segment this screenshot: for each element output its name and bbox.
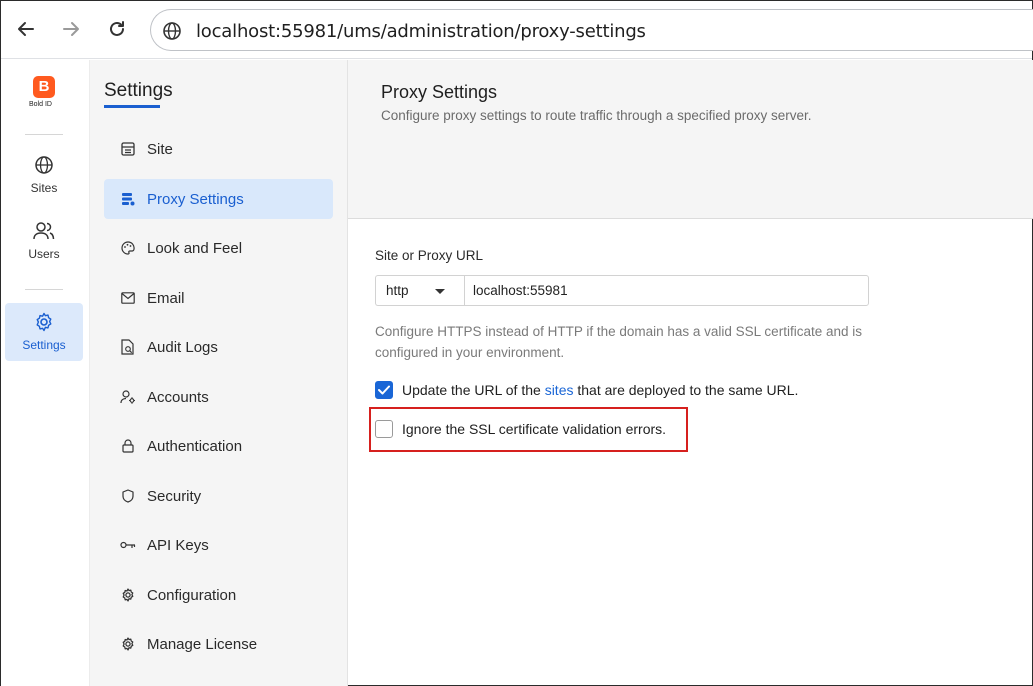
rail-label-sites: Sites xyxy=(30,181,58,195)
site-or-proxy-url-label: Site or Proxy URL xyxy=(375,248,484,263)
users-icon xyxy=(33,222,55,240)
settings-item-configuration[interactable]: Configuration xyxy=(104,575,333,615)
settings-item-security[interactable]: Security xyxy=(104,476,333,516)
settings-item-email[interactable]: Email xyxy=(104,278,333,318)
settings-item-label: Configuration xyxy=(147,586,237,604)
settings-title: Settings xyxy=(104,80,173,101)
divider xyxy=(25,289,63,290)
browser-toolbar: localhost:55981/ums/administration/proxy… xyxy=(1,1,1033,59)
reload-icon xyxy=(110,21,124,36)
settings-item-site[interactable]: Site xyxy=(104,129,333,169)
forward-button[interactable] xyxy=(57,15,85,43)
settings-item-label: Manage License xyxy=(147,635,258,653)
app-rail: B Bold ID Sites Users Settings xyxy=(1,60,90,686)
sites-link[interactable]: sites xyxy=(545,382,574,398)
update-url-option: Update the URL of the sites that are dep… xyxy=(375,380,798,400)
settings-item-label: Accounts xyxy=(147,388,209,406)
settings-item-api-keys[interactable]: API Keys xyxy=(104,525,333,565)
rail-label-settings: Settings xyxy=(22,338,66,352)
update-url-label: Update the URL of the sites that are dep… xyxy=(402,382,798,398)
checkmark-icon xyxy=(378,385,390,395)
divider xyxy=(25,134,63,135)
site-icon xyxy=(120,141,136,157)
palette-icon xyxy=(120,240,136,256)
envelope-icon xyxy=(120,290,136,306)
settings-item-proxy-settings[interactable]: Proxy Settings xyxy=(104,179,333,219)
logo-text: Bold ID xyxy=(29,101,52,108)
page-title: Proxy Settings xyxy=(381,82,498,102)
url-text[interactable]: localhost:55981/ums/administration/proxy… xyxy=(196,21,646,42)
settings-item-label: Security xyxy=(147,487,202,505)
caret-down-icon xyxy=(435,289,445,294)
proxy-url-input[interactable] xyxy=(464,275,869,306)
key-icon xyxy=(120,537,136,553)
rail-label-users: Users xyxy=(28,247,60,261)
back-button[interactable] xyxy=(12,15,40,43)
settings-item-label: Proxy Settings xyxy=(147,190,244,208)
settings-item-label: Authentication xyxy=(147,437,243,455)
page-header: Proxy Settings Configure proxy settings … xyxy=(348,60,1033,219)
shield-icon xyxy=(120,488,136,504)
gear-icon xyxy=(120,587,136,603)
globe-icon[interactable] xyxy=(162,21,182,41)
rail-item-sites[interactable]: Sites xyxy=(5,146,83,204)
settings-item-manage-license[interactable]: Manage License xyxy=(104,624,333,664)
accounts-icon xyxy=(120,389,136,405)
globe-icon xyxy=(35,156,53,174)
title-underline xyxy=(104,105,160,108)
settings-item-accounts[interactable]: Accounts xyxy=(104,377,333,417)
settings-sidebar: Settings Site Proxy Settings Look and Fe… xyxy=(90,60,348,686)
settings-item-authentication[interactable]: Authentication xyxy=(104,426,333,466)
settings-item-look-and-feel[interactable]: Look and Feel xyxy=(104,228,333,268)
settings-item-label: Email xyxy=(147,289,185,307)
settings-item-label: Look and Feel xyxy=(147,239,243,257)
gear-icon xyxy=(120,636,136,652)
gear-icon xyxy=(36,312,52,332)
update-url-label-suffix: that are deployed to the same URL. xyxy=(573,382,799,398)
settings-item-label: API Keys xyxy=(147,536,209,554)
protocol-select[interactable]: http xyxy=(375,275,465,306)
proxy-icon xyxy=(120,191,136,207)
highlight-annotation xyxy=(369,407,688,452)
rail-item-users[interactable]: Users xyxy=(5,212,83,270)
protocol-value: http xyxy=(386,283,409,298)
update-url-label-prefix: Update the URL of the xyxy=(402,382,545,398)
settings-item-label: Audit Logs xyxy=(147,338,218,356)
settings-item-label: Site xyxy=(147,140,173,158)
audit-log-icon xyxy=(120,339,136,355)
rail-item-settings[interactable]: Settings xyxy=(5,303,83,361)
https-help-text: Configure HTTPS instead of HTTP if the d… xyxy=(375,324,862,360)
update-url-checkbox[interactable] xyxy=(375,381,393,399)
arrow-left-icon xyxy=(18,22,34,36)
reload-button[interactable] xyxy=(103,15,131,43)
page-subtitle: Configure proxy settings to route traffi… xyxy=(381,108,812,123)
settings-item-audit-logs[interactable]: Audit Logs xyxy=(104,327,333,367)
bold-id-logo: B xyxy=(33,76,55,98)
lock-icon xyxy=(120,438,136,454)
address-bar[interactable]: localhost:55981/ums/administration/proxy… xyxy=(150,9,1033,51)
arrow-right-icon xyxy=(63,22,79,36)
